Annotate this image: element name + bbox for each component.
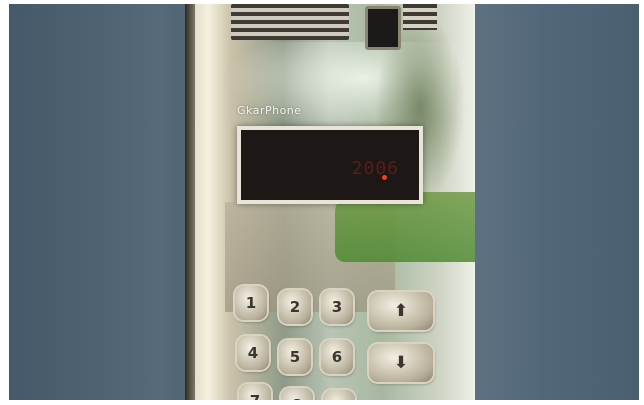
key-4[interactable]: 4: [237, 336, 269, 370]
photo: GkarPhone 2006 1 2 3 ⬆ 4 5 6 ⬇ 7 8 9: [9, 4, 639, 400]
camera-lens: [365, 6, 401, 50]
down-arrow-button[interactable]: ⬇: [369, 344, 433, 382]
speaker-grille-right: [403, 4, 437, 30]
intercom-panel: GkarPhone 2006 1 2 3 ⬆ 4 5 6 ⬇ 7 8 9: [185, 4, 475, 400]
key-3[interactable]: 3: [321, 290, 353, 324]
key-6[interactable]: 6: [321, 340, 353, 374]
key-8[interactable]: 8: [281, 388, 313, 400]
speaker-grille: [231, 4, 349, 40]
display-reading: 2006: [351, 158, 399, 179]
key-5[interactable]: 5: [279, 340, 311, 374]
key-9[interactable]: 9: [323, 390, 355, 400]
up-arrow-button[interactable]: ⬆: [369, 292, 433, 330]
display-led-dot: [382, 175, 387, 180]
key-2[interactable]: 2: [279, 290, 311, 324]
key-1[interactable]: 1: [235, 286, 267, 320]
key-7[interactable]: 7: [239, 384, 271, 400]
brand-label: GkarPhone: [237, 104, 302, 117]
led-display: 2006: [237, 126, 423, 204]
panel-edge: [185, 4, 195, 400]
